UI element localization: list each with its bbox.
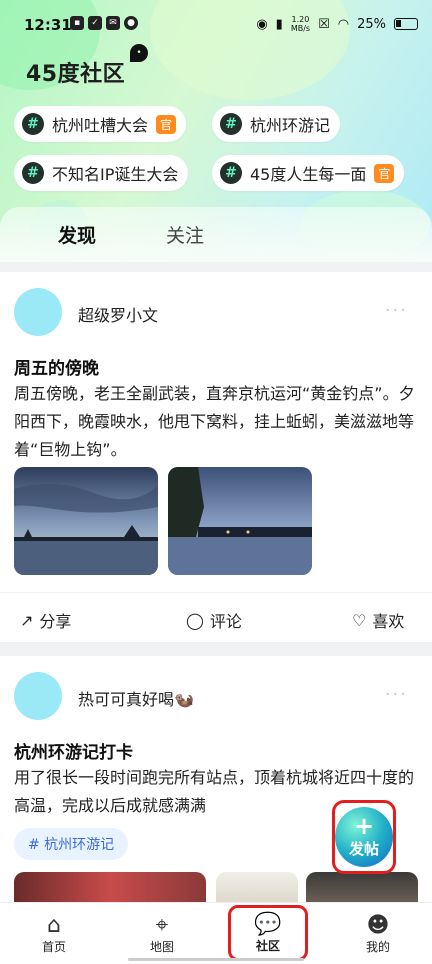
share-label: 分享 — [39, 612, 72, 631]
avatar[interactable] — [14, 672, 62, 720]
no-sim-icon: ☒ — [318, 16, 330, 32]
status-bar: 12:31 ▪ ✓ ✉ ● ◉ ▮ 1.20 MB/s ☒ ◠ 25% — [0, 0, 432, 48]
topic-tag-label: 杭州吐槽大会 — [52, 116, 149, 135]
tab-discover[interactable]: 发现 — [49, 221, 96, 257]
nav-label: 我的 — [365, 939, 390, 954]
vibrate-icon: ▮ — [275, 16, 283, 32]
status-time: 12:31 — [24, 16, 72, 34]
chat-dot-icon: • — [130, 44, 148, 62]
hashtag-icon: # — [220, 162, 242, 184]
gesture-bar[interactable] — [128, 958, 304, 961]
share-icon: ↗ — [20, 610, 34, 630]
create-post-button[interactable]: + 发帖 — [332, 800, 396, 874]
battery-icon — [394, 18, 418, 30]
check-icon: ✓ — [88, 16, 102, 30]
plus-icon: + — [353, 811, 375, 840]
page-title: 45度社区 — [26, 62, 126, 87]
official-badge: 官 — [156, 114, 177, 134]
post-body: 周五傍晚，老王全副武装，直奔京杭运河“黄金钓点”。夕阳西下，晚霞映水，他甩下窝料… — [14, 384, 415, 459]
comment-label: 评论 — [209, 612, 242, 631]
topic-tag-label: 杭州环游记 — [250, 116, 331, 135]
create-post-label: 发帖 — [348, 839, 379, 858]
like-label: 喜欢 — [372, 612, 405, 631]
share-button[interactable]: ↗ 分享 — [20, 608, 71, 632]
comment-button[interactable]: ◯ 评论 — [186, 608, 242, 632]
network-speed-unit: MB/s — [290, 24, 311, 33]
post-username[interactable]: 热可可真好喝🦦 — [78, 686, 194, 710]
battery-percent: 25% — [357, 16, 386, 32]
create-post-fab[interactable]: + 发帖 — [335, 807, 393, 867]
notification-icon: ▪ — [70, 16, 84, 30]
wechat-icon: ● — [124, 16, 138, 30]
bottom-nav: ⌂ 首页 ⌖ 地图 💬 社区 ☻ 我的 — [0, 902, 432, 964]
wifi-icon: ◠ — [337, 16, 350, 32]
chat-bubble-icon: 💬 — [254, 911, 282, 937]
topic-tag-45-life[interactable]: # 45度人生每一面 官 — [212, 155, 405, 191]
post-image[interactable] — [14, 467, 158, 575]
more-options-icon[interactable]: ··· — [385, 684, 408, 705]
topic-tag-label: 不知名IP诞生大会 — [52, 165, 179, 184]
profile-icon: ☻ — [366, 912, 390, 938]
official-badge: 官 — [374, 163, 395, 183]
post-title: 杭州环游记打卡 — [14, 743, 133, 763]
post-card[interactable]: 超级罗小文 ··· 周五的傍晚 周五傍晚，老王全副武装，直奔京杭运河“黄金钓点”… — [0, 272, 432, 642]
avatar[interactable] — [14, 288, 62, 336]
comment-icon: ◯ — [186, 610, 204, 630]
network-speed: 1.20 — [291, 15, 310, 24]
nav-label: 社区 — [255, 938, 280, 953]
tab-follow[interactable]: 关注 — [166, 221, 204, 248]
more-options-icon[interactable]: ··· — [385, 300, 408, 321]
post-image[interactable] — [168, 467, 312, 575]
topic-tag-hangzhou-tucao[interactable]: # 杭州吐槽大会 官 — [14, 106, 187, 142]
like-button[interactable]: ♡ 喜欢 — [352, 608, 404, 632]
topic-tag-unknown-ip[interactable]: # 不知名IP诞生大会 — [14, 155, 189, 191]
hashtag-icon: # — [22, 162, 44, 184]
home-icon: ⌂ — [47, 912, 61, 938]
nav-profile[interactable]: ☻ 我的 — [338, 903, 418, 964]
post-title: 周五的傍晚 — [14, 359, 99, 379]
mail-icon: ✉ — [106, 16, 120, 30]
feed-tabs: 发现 关注 — [0, 207, 432, 262]
hashtag-icon: # — [22, 113, 44, 135]
topic-chip[interactable]: # 杭州环游记 — [14, 828, 129, 860]
nav-community[interactable]: 💬 社区 — [228, 905, 308, 961]
post-username[interactable]: 超级罗小文 — [78, 302, 158, 326]
nav-map[interactable]: ⌖ 地图 — [122, 903, 202, 964]
nav-home[interactable]: ⌂ 首页 — [14, 903, 94, 964]
hashtag-icon: # — [220, 113, 242, 135]
topic-tag-hangzhou-tour[interactable]: # 杭州环游记 — [212, 106, 341, 142]
heart-icon: ♡ — [352, 610, 367, 630]
topic-tag-label: 45度人生每一面 — [250, 165, 367, 184]
nav-label: 地图 — [149, 939, 174, 954]
nav-label: 首页 — [41, 939, 66, 954]
location-icon: ◉ — [256, 16, 268, 32]
map-pin-icon: ⌖ — [155, 912, 169, 938]
